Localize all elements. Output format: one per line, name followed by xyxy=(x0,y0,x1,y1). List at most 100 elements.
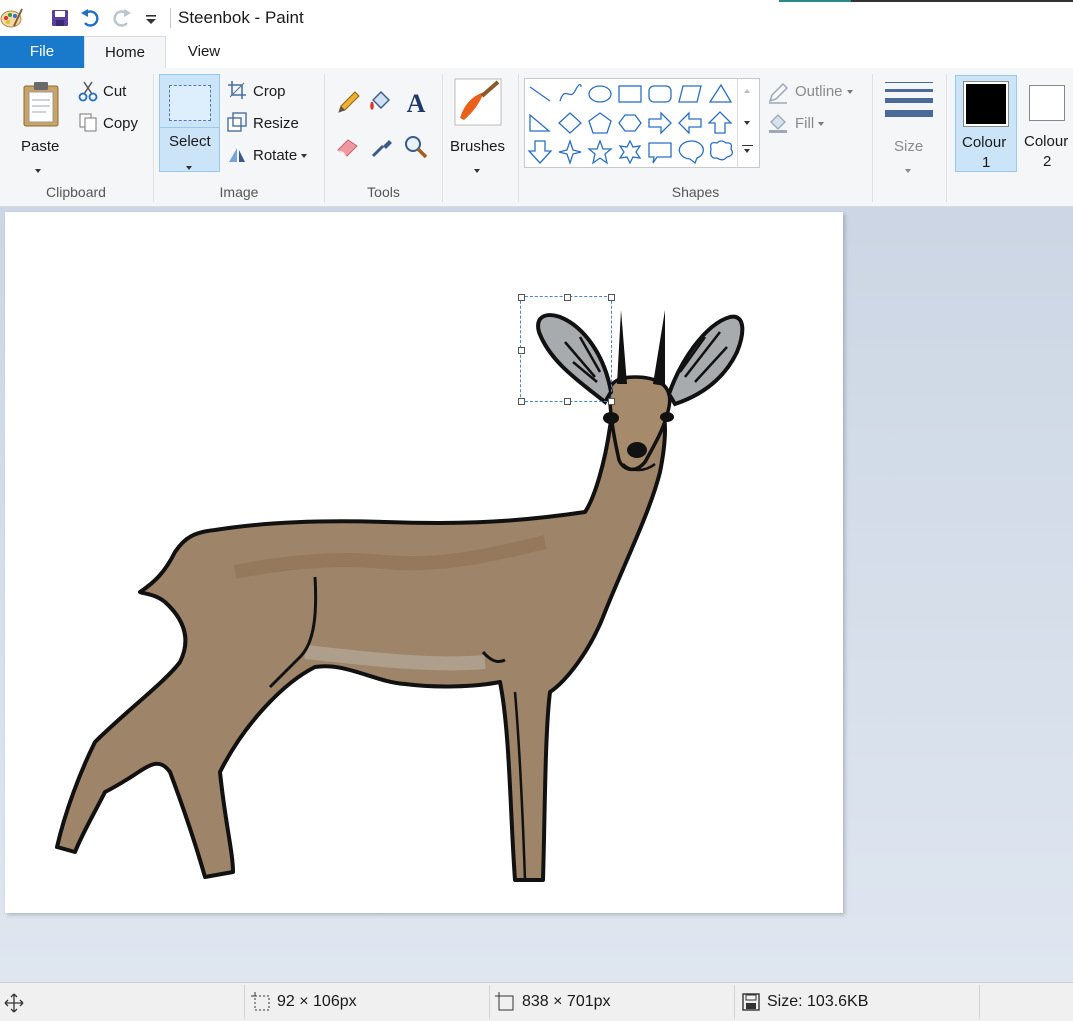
colour-2-button[interactable]: Colour 2 xyxy=(1019,75,1073,172)
five-point-star-shape-icon xyxy=(587,139,613,165)
crop-button[interactable]: Crop xyxy=(253,83,286,100)
paste-label: Paste xyxy=(21,138,60,155)
colour-1-button[interactable]: Colour 1 xyxy=(955,75,1017,172)
colour-1-label-top: Colour xyxy=(962,134,1007,151)
file-size: Size: 103.6KB xyxy=(767,993,869,1010)
cut-icon xyxy=(78,81,98,102)
selection-handle[interactable] xyxy=(518,347,525,354)
tab-view[interactable]: View xyxy=(166,36,242,68)
colour-1-label-bottom: 1 xyxy=(982,154,991,171)
svg-text:A: A xyxy=(407,89,426,116)
outline-label: Outline xyxy=(795,83,843,100)
brushes-dropdown-icon[interactable] xyxy=(474,168,480,173)
window-accent xyxy=(779,0,851,2)
copy-icon xyxy=(79,113,97,132)
save-icon[interactable] xyxy=(50,8,70,28)
brushes-label: Brushes xyxy=(450,138,506,155)
undo-icon[interactable] xyxy=(80,8,100,28)
fill-dropdown-icon[interactable] xyxy=(818,122,825,127)
oval-shape-icon xyxy=(588,85,612,103)
paste-dropdown-icon[interactable] xyxy=(35,168,41,173)
paste-button[interactable]: Paste xyxy=(10,72,70,173)
selection-handle[interactable] xyxy=(518,294,525,301)
fill-button[interactable]: Fill xyxy=(795,115,825,132)
selection-handle[interactable] xyxy=(564,294,571,301)
drawing-canvas[interactable] xyxy=(5,212,843,913)
disk-icon xyxy=(742,993,760,1011)
select-button[interactable]: Select xyxy=(159,74,220,172)
canvas-workspace xyxy=(0,207,1073,982)
rotate-dropdown-icon[interactable] xyxy=(301,154,308,159)
rounded-rectangle-shape-icon xyxy=(648,85,672,103)
pencil-icon[interactable] xyxy=(335,90,361,116)
image-group-label: Image xyxy=(219,184,259,200)
selection-handle[interactable] xyxy=(608,398,615,405)
gallery-down-icon[interactable] xyxy=(744,121,750,125)
magnifier-icon[interactable] xyxy=(403,134,429,160)
selection-handle[interactable] xyxy=(564,398,571,405)
triangle-shape-icon xyxy=(708,83,733,103)
resize-icon xyxy=(227,112,247,132)
rotate-label: Rotate xyxy=(253,147,298,164)
redo-icon[interactable] xyxy=(112,8,132,28)
size-line-1 xyxy=(885,82,933,83)
gallery-more-icon[interactable] xyxy=(744,149,750,153)
selection-marquee[interactable] xyxy=(518,294,615,405)
window-accent-dark xyxy=(851,0,1073,2)
colour-1-swatch xyxy=(966,84,1006,124)
eraser-icon[interactable] xyxy=(335,134,361,158)
size-label: Size xyxy=(894,138,924,155)
arrow-right-shape-icon xyxy=(648,111,672,135)
outline-icon xyxy=(768,82,789,104)
six-point-star-shape-icon xyxy=(618,139,642,165)
tab-file[interactable]: File xyxy=(0,36,84,68)
select-icon xyxy=(169,85,211,121)
window-title: Steenbok - Paint xyxy=(178,8,304,27)
selection-size-icon xyxy=(251,992,270,1011)
steenbok-drawing xyxy=(55,310,745,882)
clipboard-group-label: Clipboard xyxy=(46,184,106,200)
brushes-button[interactable]: Brushes xyxy=(446,72,510,173)
selection-handle[interactable] xyxy=(518,398,525,405)
line-shape-icon xyxy=(529,86,551,102)
curve-shape-icon xyxy=(559,83,582,102)
text-icon[interactable]: A xyxy=(402,88,430,116)
shapes-gallery xyxy=(524,78,760,168)
cut-button[interactable]: Cut xyxy=(103,83,126,100)
shapes-group-label: Shapes xyxy=(671,184,720,200)
image-size-icon xyxy=(495,992,514,1011)
diamond-shape-icon xyxy=(558,112,582,134)
gallery-up-icon[interactable] xyxy=(744,89,750,93)
tab-home[interactable]: Home xyxy=(84,36,166,69)
size-button[interactable]: Size xyxy=(878,72,938,173)
paint-app-icon[interactable] xyxy=(0,6,24,30)
pentagon-shape-icon xyxy=(588,112,612,134)
brush-icon xyxy=(454,78,502,126)
size-line-2 xyxy=(885,89,933,92)
color-picker-icon[interactable] xyxy=(369,134,395,160)
hexagon-shape-icon xyxy=(618,114,642,132)
arrow-left-shape-icon xyxy=(678,111,702,135)
selection-handle[interactable] xyxy=(608,294,615,301)
ribbon: Paste Cut Copy Clipboard Select Crop Res… xyxy=(0,68,1073,207)
tools-group-label: Tools xyxy=(367,184,400,200)
cloud-callout-shape-icon xyxy=(709,140,733,161)
rotate-button[interactable]: Rotate xyxy=(253,147,308,164)
oval-callout-shape-icon xyxy=(678,140,704,165)
select-dropdown-icon[interactable] xyxy=(186,165,192,170)
arrow-up-shape-icon xyxy=(707,111,733,134)
resize-button[interactable]: Resize xyxy=(253,115,299,132)
size-dropdown-icon[interactable] xyxy=(905,168,911,173)
outline-button[interactable]: Outline xyxy=(795,83,853,100)
size-line-3 xyxy=(885,98,933,103)
paste-icon xyxy=(23,82,59,127)
shapes-gallery-icons[interactable] xyxy=(525,79,739,167)
customize-icon[interactable] xyxy=(142,8,162,28)
copy-button[interactable]: Copy xyxy=(103,115,138,132)
status-bar: 92 × 106px 838 × 701px Size: 103.6KB xyxy=(0,982,1073,1021)
fill-bucket-icon[interactable] xyxy=(367,88,395,116)
outline-dropdown-icon[interactable] xyxy=(846,90,853,95)
crop-icon xyxy=(228,81,246,99)
rectangle-shape-icon xyxy=(618,85,642,103)
shapes-gallery-scroller[interactable] xyxy=(737,79,758,167)
